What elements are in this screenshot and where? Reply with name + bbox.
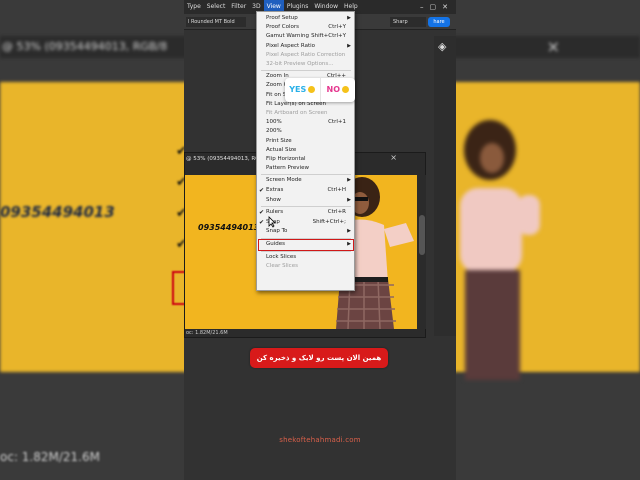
view-menu-item-shortcut: Ctrl+1 bbox=[328, 119, 346, 126]
background-phone-text: 09354494013 bbox=[0, 203, 115, 221]
menu-type[interactable]: Type bbox=[184, 0, 204, 14]
view-menu-item-shortcut: Ctrl+H bbox=[327, 187, 346, 193]
view-menu-item-label: Lock Slices bbox=[266, 253, 297, 260]
view-menu-item-label: Show bbox=[266, 196, 281, 203]
submenu-arrow-icon: ▶ bbox=[347, 177, 351, 184]
document-close-icon[interactable]: × bbox=[390, 153, 397, 162]
yes-no-poll: YES NO bbox=[285, 78, 355, 102]
view-menu-item-shortcut: Ctrl+R bbox=[327, 209, 346, 216]
view-menu-item-label: Pattern Preview bbox=[266, 165, 309, 172]
submenu-arrow-icon: ▶ bbox=[347, 228, 351, 235]
cool-face-icon bbox=[308, 86, 316, 93]
view-menu-item-pixel-aspect-ratio-correction: Pixel Aspect Ratio Correction bbox=[257, 51, 354, 60]
view-menu-item-label: Screen Mode bbox=[266, 177, 302, 184]
view-menu-item-proof-setup[interactable]: Proof Setup ▶ bbox=[257, 14, 354, 23]
scrollbar-thumb[interactable] bbox=[419, 215, 425, 255]
menu-separator bbox=[261, 70, 351, 72]
background-tab-title: @ 53% (09354494013, RGB/8 bbox=[2, 40, 168, 53]
poll-yes-option[interactable]: YES bbox=[285, 78, 321, 102]
background-close-icon: × bbox=[546, 37, 560, 56]
layers-icon[interactable]: ◈ bbox=[438, 40, 446, 53]
background-status-text: oc: 1.82M/21.6M bbox=[0, 450, 100, 464]
view-menu-item-shortcut: Shift+Ctrl+Y bbox=[311, 33, 346, 40]
poll-no-label: NO bbox=[326, 85, 341, 94]
view-menu-item-label: 200% bbox=[266, 128, 282, 135]
smile-face-icon bbox=[342, 86, 349, 93]
view-menu-item-label: Clear Slices bbox=[266, 263, 298, 270]
view-menu-item-print-size[interactable]: Print Size bbox=[257, 137, 354, 146]
view-menu-item-snap-to[interactable]: Snap To ▶ bbox=[257, 227, 354, 236]
submenu-arrow-icon: ▶ bbox=[347, 15, 351, 21]
checkmark-icon: ✔ bbox=[259, 209, 265, 217]
guides-highlight-box bbox=[258, 238, 354, 251]
view-menu-item-lock-slices[interactable]: Lock Slices bbox=[257, 253, 354, 262]
view-menu-item-pattern-preview[interactable]: Pattern Preview bbox=[257, 164, 354, 173]
menu-select[interactable]: Select bbox=[204, 0, 229, 14]
menu-separator bbox=[261, 174, 351, 176]
view-menu-item-fit-artboard-on-screen: Fit Artboard on Screen bbox=[257, 109, 354, 118]
checkmark-icon: ✔ bbox=[259, 218, 265, 226]
document-status: oc: 1.82M/21.6M bbox=[186, 330, 228, 336]
view-menu-item-pixel-aspect-ratio[interactable]: Pixel Aspect Ratio ▶ bbox=[257, 42, 354, 51]
view-menu-item-label: Proof Setup bbox=[266, 15, 298, 21]
submenu-arrow-icon: ▶ bbox=[347, 42, 351, 49]
view-menu-item-label: Proof Colors bbox=[266, 24, 299, 31]
view-menu-item-shortcut: Ctrl+Y bbox=[328, 24, 346, 31]
view-menu-item-label: Pixel Aspect Ratio Correction bbox=[266, 51, 346, 58]
poll-yes-label: YES bbox=[289, 85, 307, 94]
view-menu-item-label: Extras bbox=[266, 187, 284, 193]
screen: @ 53% (09354494013, RGB/8 × 09354494013 … bbox=[0, 0, 640, 480]
font-family-field[interactable]: l Rounded MT Bold bbox=[186, 17, 246, 27]
view-menu-item-extras[interactable]: ✔ Extras Ctrl+H bbox=[257, 186, 354, 195]
poll-no-option[interactable]: NO bbox=[321, 78, 356, 102]
view-menu-item-200[interactable]: 200% bbox=[257, 127, 354, 136]
menu-filter[interactable]: Filter bbox=[228, 0, 249, 14]
view-menu-item-screen-mode[interactable]: Screen Mode ▶ bbox=[257, 176, 354, 185]
view-menu-item-label: Gamut Warning bbox=[266, 33, 309, 40]
window-controls[interactable]: –▢✕ bbox=[420, 0, 454, 14]
view-menu-item-label: Fit Artboard on Screen bbox=[266, 110, 328, 116]
view-menu-dropdown: Proof Setup ▶ Proof Colors Ctrl+Y Gamut Warn… bbox=[256, 11, 355, 291]
checkmark-icon: ✔ bbox=[259, 187, 265, 194]
view-menu-item-label: 32-bit Preview Options... bbox=[266, 61, 334, 67]
menu-separator bbox=[261, 250, 351, 252]
mouse-cursor-icon bbox=[268, 216, 276, 228]
view-menu-item-label: Actual Size bbox=[266, 146, 297, 153]
view-menu-item-32-bit-preview-options: 32-bit Preview Options... bbox=[257, 60, 354, 69]
menu-separator bbox=[261, 206, 351, 208]
canvas-phone-text: 09354494013 bbox=[198, 223, 260, 232]
view-menu-item-label: Rulers bbox=[266, 209, 284, 216]
submenu-arrow-icon: ▶ bbox=[347, 196, 351, 203]
view-menu-item-proof-colors[interactable]: Proof Colors Ctrl+Y bbox=[257, 23, 354, 32]
antialias-select[interactable]: Sharp bbox=[390, 17, 426, 27]
view-menu-item-flip-horizontal[interactable]: Flip Horizontal bbox=[257, 155, 354, 164]
promo-banner: همین الان پست رو لایک و ذخیره کن bbox=[250, 348, 388, 368]
view-menu-item-shortcut: Shift+Ctrl+; bbox=[312, 218, 346, 225]
view-menu-item-gamut-warning[interactable]: Gamut Warning Shift+Ctrl+Y bbox=[257, 32, 354, 41]
view-menu-item-actual-size[interactable]: Actual Size bbox=[257, 146, 354, 155]
view-menu-item-label: Flip Horizontal bbox=[266, 156, 306, 162]
share-button[interactable]: hare bbox=[428, 17, 450, 27]
view-menu-item-show[interactable]: Show ▶ bbox=[257, 196, 354, 205]
watermark: shekoftehahmadi.com bbox=[279, 436, 361, 444]
view-menu-item-label: Snap To bbox=[266, 228, 288, 235]
right-panel-dock: ◈ bbox=[434, 36, 456, 336]
view-menu-item-label: Pixel Aspect Ratio bbox=[266, 42, 316, 49]
view-menu-item-label: 100% bbox=[266, 119, 282, 126]
view-menu-item-clear-slices: Clear Slices bbox=[257, 262, 354, 271]
view-menu-item-100[interactable]: 100% Ctrl+1 bbox=[257, 118, 354, 127]
vertical-scrollbar[interactable] bbox=[418, 175, 426, 329]
view-menu-item-label: Print Size bbox=[266, 137, 292, 144]
